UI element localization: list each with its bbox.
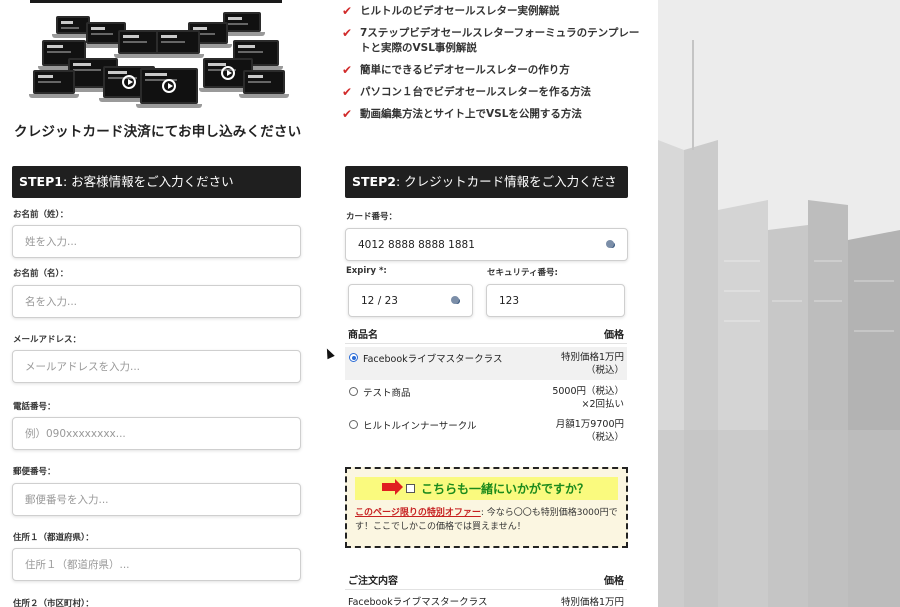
calendar-card-icon xyxy=(451,296,459,304)
last-name-input[interactable] xyxy=(12,225,301,258)
step2-header: STEP2: クレジットカード情報をご入力ください xyxy=(345,166,628,221)
upsell-checkbox[interactable] xyxy=(406,484,415,493)
product-option[interactable]: テスト商品 5000円（税込） ×2回払い xyxy=(345,381,627,414)
radio-button[interactable] xyxy=(349,387,358,396)
upsell-highlight[interactable]: こちらも一緒にいかがですか？ xyxy=(355,477,618,500)
step1-header: STEP1: お客様情報をご入力ください xyxy=(12,166,301,198)
email-label: メールアドレス： xyxy=(13,335,82,345)
check-icon: ✔ xyxy=(342,4,353,18)
last-name-label: お名前（姓）： xyxy=(13,210,69,220)
laptop-image xyxy=(136,68,202,108)
prefecture-label: 住所１（都道府県）： xyxy=(13,533,94,543)
radio-button[interactable] xyxy=(349,420,358,429)
card-number-input[interactable] xyxy=(345,228,628,261)
product-option[interactable]: Facebookライブマスタークラス 特別価格1万円 （税込） xyxy=(345,347,627,380)
background-city-image xyxy=(658,0,900,607)
product-table-header: 商品名 価格 xyxy=(348,330,624,341)
feature-item: ✔ 簡単にできるビデオセールスレターの作り方 xyxy=(342,63,570,77)
laptop-image xyxy=(52,16,94,38)
email-input[interactable] xyxy=(12,350,301,383)
play-icon xyxy=(162,79,176,93)
laptop-image xyxy=(29,70,79,98)
feature-item: ✔ 7ステップビデオセールスレターフォーミュラのテンプレートと実際のVSL事例解説 xyxy=(342,26,640,54)
mouse-cursor-icon xyxy=(323,346,335,360)
credit-card-icon xyxy=(606,240,614,248)
check-icon: ✔ xyxy=(342,63,353,77)
feature-item: ✔ 動画編集方法とサイト上でVSLを公開する方法 xyxy=(342,107,582,121)
security-code-label: セキュリティ番号: xyxy=(487,268,558,278)
arrow-right-icon xyxy=(382,479,403,495)
phone-input[interactable] xyxy=(12,417,301,450)
feature-item: ✔ パソコン１台でビデオセールスレターを作る方法 xyxy=(342,85,591,99)
feature-list: ✔ ヒルトルのビデオセールスレター実例解説 ✔ 7ステップビデオセールスレターフォー… xyxy=(340,4,640,129)
prefecture-input[interactable] xyxy=(12,548,301,581)
upsell-question: こちらも一緒にいかがですか？ xyxy=(421,482,590,496)
laptop-image xyxy=(239,70,289,98)
laptop-image xyxy=(152,30,204,58)
card-number-label: カード番号： xyxy=(346,212,398,222)
hero-top-bar xyxy=(30,0,282,3)
feature-item: ✔ ヒルトルのビデオセールスレター実例解説 xyxy=(342,4,560,18)
postal-code-input[interactable] xyxy=(12,483,301,516)
city-label: 住所２（市区町村）： xyxy=(13,599,94,607)
divider xyxy=(345,343,627,344)
check-icon: ✔ xyxy=(342,26,353,40)
check-icon: ✔ xyxy=(342,107,353,121)
expiry-label: Expiry *: xyxy=(346,266,387,276)
check-icon: ✔ xyxy=(342,85,353,99)
special-offer-link[interactable]: このページ限りの特別オファー xyxy=(355,508,481,518)
laptop-image xyxy=(219,12,265,36)
order-title: クレジットカード決済にてお申し込みください xyxy=(14,124,302,140)
phone-label: 電話番号： xyxy=(13,402,56,412)
upsell-offer-text: このページ限りの特別オファー: 今なら〇〇も特別価格3000円です！ここでしかこ… xyxy=(355,508,618,532)
radio-button[interactable] xyxy=(349,353,358,362)
hero-laptops-image xyxy=(28,0,289,108)
city-skyline xyxy=(658,0,900,607)
first-name-input[interactable] xyxy=(12,285,301,318)
divider xyxy=(345,589,627,590)
order-summary-row: Facebookライブマスタークラス 特別価格1万円 xyxy=(348,597,624,607)
first-name-label: お名前（名）： xyxy=(13,269,69,279)
order-summary-header: ご注文内容 価格 xyxy=(348,576,624,587)
security-code-input[interactable] xyxy=(486,284,625,317)
upsell-box: こちらも一緒にいかがですか？ このページ限りの特別オファー: 今なら〇〇も特別価… xyxy=(345,467,628,548)
product-option[interactable]: ヒルトルインナーサークル 月額1万9700円 （税込） xyxy=(345,414,627,447)
postal-code-label: 郵便番号： xyxy=(13,467,56,477)
